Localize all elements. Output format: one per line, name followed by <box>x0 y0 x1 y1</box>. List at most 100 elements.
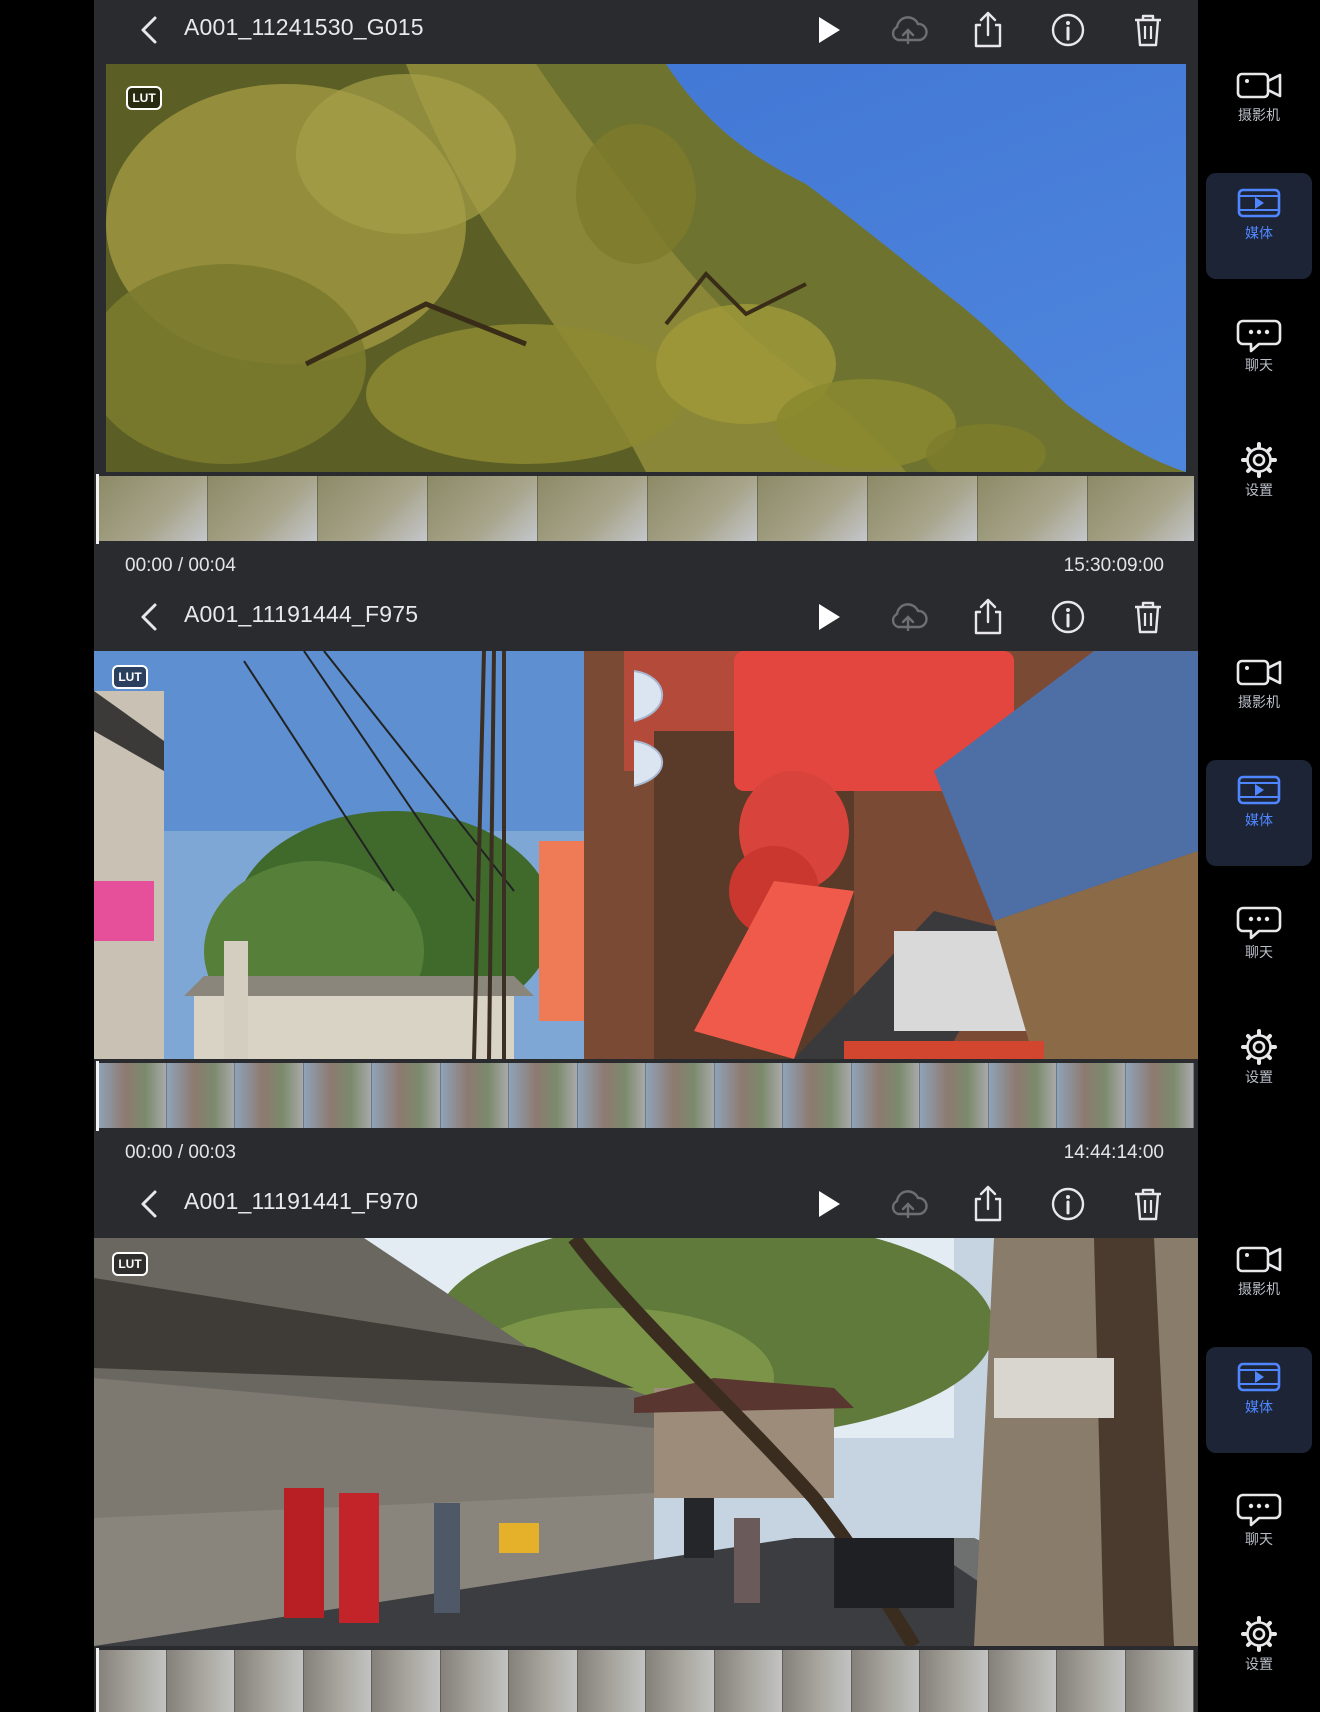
camera-icon <box>1236 659 1282 686</box>
thumbnail <box>851 1063 920 1128</box>
back-icon[interactable] <box>130 10 170 50</box>
thumbnail <box>1057 1063 1126 1128</box>
thumbnail <box>920 1063 989 1128</box>
thumbnail <box>783 1063 852 1128</box>
nav-sidebar: 摄影机 媒体 聊天 设置 <box>1198 0 1320 587</box>
sidebar-item-media[interactable]: 媒体 <box>1206 173 1312 279</box>
info-icon[interactable] <box>1046 8 1090 52</box>
trash-icon[interactable] <box>1126 8 1170 52</box>
thumbnail <box>372 1650 441 1712</box>
gear-icon <box>1241 1029 1277 1065</box>
cloud-upload-icon[interactable] <box>886 595 930 639</box>
thumbnail <box>98 1650 167 1712</box>
clip-filename: A001_11241530_G015 <box>184 14 424 40</box>
cloud-upload-icon[interactable] <box>886 1182 930 1226</box>
sidebar-item-camera[interactable]: 摄影机 <box>1206 55 1312 161</box>
play-icon[interactable] <box>806 8 850 52</box>
preview-image <box>94 651 1198 1059</box>
lut-badge: LUT <box>112 665 148 689</box>
back-icon[interactable] <box>130 597 170 637</box>
clip-panel-2: A001_11191444_F975 LUT 00:00 / 00:03 14:… <box>94 587 1198 1174</box>
trash-icon[interactable] <box>1126 1182 1170 1226</box>
clip-header: A001_11191441_F970 <box>94 1174 1198 1236</box>
sidebar-item-label: 媒体 <box>1245 1399 1273 1415</box>
thumbnail <box>1125 1063 1194 1128</box>
sidebar-item-media[interactable]: 媒体 <box>1206 760 1312 866</box>
video-preview[interactable]: LUT <box>94 1238 1198 1646</box>
thumbnail <box>303 1063 372 1128</box>
nav-sidebar: 摄影机 媒体 聊天 设置 <box>1198 1174 1320 1712</box>
thumbnail-strip[interactable] <box>98 1063 1194 1128</box>
share-icon[interactable] <box>966 8 1010 52</box>
clip-filename: A001_11191441_F970 <box>184 1188 419 1214</box>
timecode: 14:44:14:00 <box>1063 1142 1164 1163</box>
video-preview[interactable]: LUT <box>94 651 1198 1059</box>
thumbnail <box>783 1650 852 1712</box>
sidebar-item-settings[interactable]: 设置 <box>1206 1604 1312 1710</box>
thumbnail <box>235 1650 304 1712</box>
thumbnail <box>1125 1650 1194 1712</box>
time-position: 00:00 / 00:03 <box>125 1142 236 1163</box>
sidebar-item-media[interactable]: 媒体 <box>1206 1347 1312 1453</box>
gear-icon <box>1241 1616 1277 1652</box>
chat-icon <box>1236 1493 1282 1527</box>
time-position: 00:00 / 00:04 <box>125 555 236 576</box>
sidebar-item-chat[interactable]: 聊天 <box>1206 1479 1312 1585</box>
trash-icon[interactable] <box>1126 595 1170 639</box>
sidebar-item-label: 媒体 <box>1245 812 1273 828</box>
thumbnail <box>577 1063 646 1128</box>
sidebar-item-camera[interactable]: 摄影机 <box>1206 1229 1312 1335</box>
nav-sidebar: 摄影机 媒体 聊天 设置 <box>1198 587 1320 1174</box>
thumbnail <box>318 476 428 541</box>
clip-panel-1: A001_11241530_G015 LUT 00:00 / 00:04 15:… <box>94 0 1198 587</box>
thumbnail <box>166 1063 235 1128</box>
thumbnail <box>235 1063 304 1128</box>
cloud-upload-icon[interactable] <box>886 8 930 52</box>
share-icon[interactable] <box>966 595 1010 639</box>
thumbnail <box>509 1063 578 1128</box>
thumbnail <box>303 1650 372 1712</box>
clip-header: A001_11191444_F975 <box>94 587 1198 649</box>
thumbnail <box>166 1650 235 1712</box>
media-icon <box>1237 1362 1281 1392</box>
play-icon[interactable] <box>806 595 850 639</box>
thumbnail-strip[interactable] <box>98 476 1194 541</box>
sidebar-item-label: 聊天 <box>1245 357 1273 373</box>
play-icon[interactable] <box>806 1182 850 1226</box>
thumbnail <box>758 476 868 541</box>
thumbnail <box>646 1650 715 1712</box>
sidebar-item-camera[interactable]: 摄影机 <box>1206 642 1312 748</box>
sidebar-item-chat[interactable]: 聊天 <box>1206 892 1312 998</box>
sidebar-item-label: 聊天 <box>1245 944 1273 960</box>
playhead[interactable] <box>96 1061 99 1131</box>
sidebar-item-settings[interactable]: 设置 <box>1206 1017 1312 1123</box>
sidebar-item-label: 设置 <box>1245 1656 1273 1672</box>
thumbnail-strip[interactable] <box>98 1650 1194 1712</box>
media-icon <box>1237 188 1281 218</box>
thumbnail <box>577 1650 646 1712</box>
sidebar-item-label: 聊天 <box>1245 1531 1273 1547</box>
clip-header: A001_11241530_G015 <box>94 0 1198 62</box>
info-icon[interactable] <box>1046 595 1090 639</box>
chat-icon <box>1236 906 1282 940</box>
sidebar-item-label: 摄影机 <box>1238 107 1280 123</box>
thumbnail <box>646 1063 715 1128</box>
back-icon[interactable] <box>130 1184 170 1224</box>
thumbnail <box>509 1650 578 1712</box>
thumbnail <box>428 476 538 541</box>
share-icon[interactable] <box>966 1182 1010 1226</box>
sidebar-item-settings[interactable]: 设置 <box>1206 430 1312 536</box>
playhead[interactable] <box>96 1648 99 1712</box>
thumbnail <box>1057 1650 1126 1712</box>
thumbnail <box>868 476 978 541</box>
thumbnail <box>714 1063 783 1128</box>
media-icon <box>1237 775 1281 805</box>
playhead[interactable] <box>96 474 99 544</box>
thumbnail <box>98 476 208 541</box>
clip-panel-3: A001_11191441_F970 LUT <box>94 1174 1198 1712</box>
thumbnail <box>978 476 1088 541</box>
thumbnail <box>648 476 758 541</box>
info-icon[interactable] <box>1046 1182 1090 1226</box>
sidebar-item-chat[interactable]: 聊天 <box>1206 305 1312 411</box>
video-preview[interactable]: LUT <box>106 64 1186 472</box>
